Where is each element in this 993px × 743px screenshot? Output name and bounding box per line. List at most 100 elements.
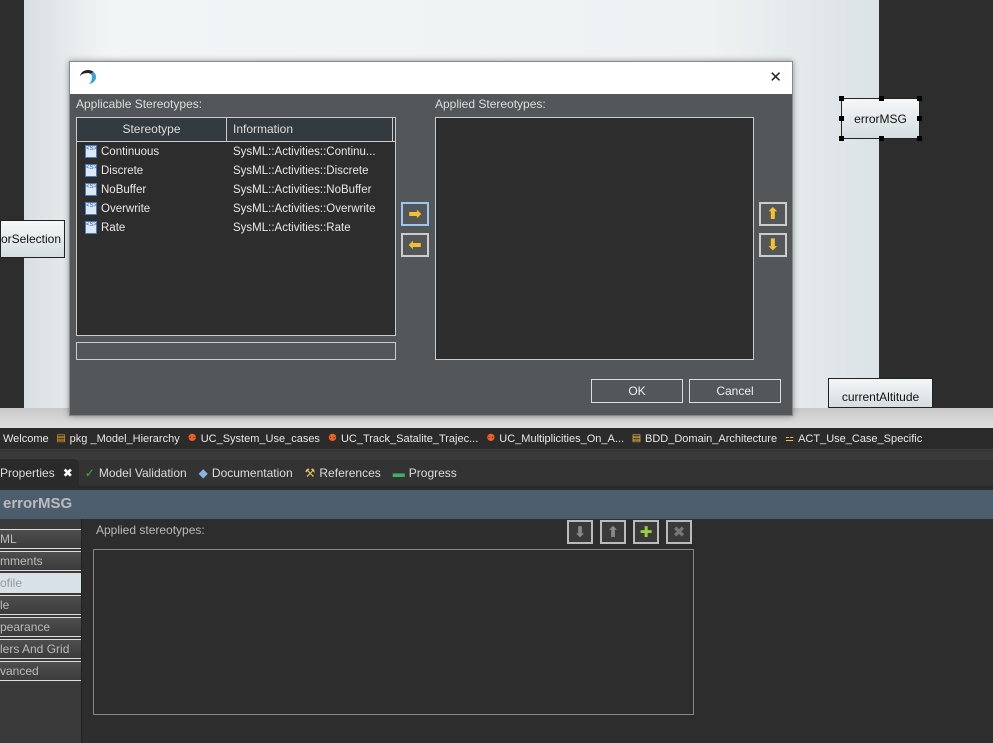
table-row[interactable]: <S> Continuous SysML::Activities::Continu.… <box>77 142 395 161</box>
tab-label: References <box>319 466 381 480</box>
node-label: currentAltitude <box>841 390 920 404</box>
applicable-stereotypes-table[interactable]: Stereotype Information <S> Continuous SysM… <box>76 117 396 336</box>
tab-label: BDD_Domain_Architecture <box>645 432 778 445</box>
applied-stereotypes-list[interactable] <box>93 549 694 715</box>
sidebar-label: vanced <box>0 664 39 678</box>
tab-label: Properties <box>0 466 55 480</box>
resize-handle[interactable] <box>879 136 884 141</box>
stereotype-name: Continuous <box>101 145 160 158</box>
app-logo-icon <box>80 70 96 84</box>
sidebar-item-advanced[interactable]: vanced <box>0 661 81 681</box>
tab-label: Model Validation <box>98 466 187 480</box>
sidebar-item-appearance[interactable]: pearance <box>0 617 81 637</box>
node-label: sorSelection <box>0 232 61 246</box>
properties-sidebar: ML mments ofile le pearance lers And Gri… <box>0 519 82 743</box>
sidebar-label: mments <box>0 554 43 568</box>
package-diagram-icon: ▤ <box>56 432 66 444</box>
table-row[interactable]: <S> Discrete SysML::Activities::Discrete <box>77 161 395 180</box>
close-icon: ✖ <box>672 524 686 541</box>
stereotype-icon: <S> <box>85 183 97 196</box>
close-button[interactable]: ✕ <box>769 68 782 86</box>
editor-tab-uc-system-use-cases[interactable]: ⚉ UC_System_Use_cases <box>183 433 323 445</box>
tab-label: Welcome <box>3 432 49 445</box>
editor-tab-pkg-model-hierarchy[interactable]: ▤ pkg _Model_Hierarchy <box>52 433 183 445</box>
arrow-down-icon: ⬇ <box>766 237 780 254</box>
sidebar-label: ML <box>0 532 17 546</box>
stereotype-icon: <S> <box>85 164 97 177</box>
diagram-node-sensor-selection[interactable]: sorSelection <box>0 220 65 258</box>
dialog-titlebar: ✕ <box>70 62 792 94</box>
resize-handle[interactable] <box>917 136 922 141</box>
stereotype-icon: <S> <box>85 202 97 215</box>
stereotype-info: SysML::Activities::Discrete <box>233 164 369 177</box>
tab-references[interactable]: ⚒ References <box>299 459 387 487</box>
tab-label: pkg _Model_Hierarchy <box>69 432 180 445</box>
remove-button[interactable]: ⬅ <box>401 233 429 257</box>
arrow-up-icon: ⬆ <box>606 524 620 541</box>
stereotype-name: Rate <box>101 221 126 234</box>
editor-tab-uc-track[interactable]: ⚉ UC_Track_Satalite_Trajec... <box>323 433 481 445</box>
stereotype-icon: <S> <box>85 145 97 158</box>
table-row[interactable]: <S> Rate SysML::Activities::Rate <box>77 218 395 237</box>
stereotype-name: Discrete <box>101 164 144 177</box>
tab-model-validation[interactable]: ✓ Model Validation <box>79 459 193 487</box>
stereotype-info: SysML::Activities::Overwrite <box>233 202 376 215</box>
bdd-diagram-icon: ▤ <box>631 432 642 444</box>
sidebar-label: ofile <box>0 576 23 590</box>
tab-documentation[interactable]: ◆ Documentation <box>193 459 299 487</box>
applied-stereotypes-list[interactable] <box>435 117 754 360</box>
move-down-button[interactable]: ⬇ <box>567 520 593 544</box>
column-header-information[interactable]: Information <box>227 118 393 141</box>
editor-tab-bar: Welcome ▤ pkg _Model_Hierarchy ⚉ UC_System… <box>0 428 993 450</box>
editor-tab-act-use-case[interactable]: ⚍ ACT_Use_Case_Specific <box>780 433 925 445</box>
sidebar-label: pearance <box>0 620 51 634</box>
table-row[interactable]: <S> NoBuffer SysML::Activities::NoBuffer <box>77 180 395 199</box>
checkmark-icon: ✓ <box>84 466 95 480</box>
editor-tab-welcome[interactable]: Welcome <box>0 433 52 445</box>
resize-handle[interactable] <box>879 96 884 101</box>
sidebar-item-comments[interactable]: mments <box>0 551 81 571</box>
description-field <box>76 342 396 360</box>
editor-tab-uc-multiplicities[interactable]: ⚉ UC_Multiplicities_On_A... <box>481 433 627 445</box>
move-up-button[interactable]: ⬆ <box>600 520 626 544</box>
arrow-up-icon: ⬆ <box>766 206 780 223</box>
diagram-margin <box>0 0 24 408</box>
resize-handle[interactable] <box>917 96 922 101</box>
properties-title: errorMSG <box>0 490 993 519</box>
move-up-button[interactable]: ⬆ <box>759 202 787 226</box>
diagram-node-errormsg[interactable]: errorMSG <box>839 96 922 141</box>
cancel-button[interactable]: Cancel <box>689 379 781 403</box>
resize-handle[interactable] <box>839 116 844 121</box>
tab-label: Documentation <box>211 466 293 480</box>
use-case-diagram-icon: ⚉ <box>486 432 496 444</box>
sidebar-label: lers And Grid <box>0 642 70 656</box>
arrow-left-icon: ⬅ <box>408 237 422 254</box>
table-row[interactable]: <S> Overwrite SysML::Activities::Overwrite <box>77 199 395 218</box>
column-header-stereotype[interactable]: Stereotype <box>77 118 227 141</box>
stereotype-info: SysML::Activities::Continu... <box>233 145 376 158</box>
stereotype-icon: <S> <box>85 221 97 234</box>
sidebar-item-uml[interactable]: ML <box>0 529 81 549</box>
book-icon: ◆ <box>198 466 208 480</box>
sidebar-label: le <box>0 598 10 612</box>
add-button[interactable]: ➡ <box>401 202 429 226</box>
sidebar-item-rulers-and-grid[interactable]: lers And Grid <box>0 639 81 659</box>
sidebar-item-profile[interactable]: ofile <box>0 573 81 593</box>
tab-progress[interactable]: ▬ Progress <box>387 459 463 487</box>
stereotype-dialog: ✕ Applicable Stereotypes: Applied Stereo… <box>69 61 793 416</box>
stereotype-info: SysML::Activities::Rate <box>233 221 351 234</box>
sidebar-item-style[interactable]: le <box>0 595 81 615</box>
resize-handle[interactable] <box>839 96 844 101</box>
resize-handle[interactable] <box>917 116 922 121</box>
tab-properties[interactable]: Properties ✖ <box>0 459 79 487</box>
close-icon[interactable]: ✖ <box>63 466 73 480</box>
use-case-diagram-icon: ⚉ <box>327 432 337 444</box>
resize-handle[interactable] <box>839 136 844 141</box>
diagram-node-current-altitude[interactable]: currentAltitude <box>828 378 933 408</box>
references-icon: ⚒ <box>304 466 316 480</box>
add-stereotype-button[interactable]: ✚ <box>633 520 659 544</box>
editor-tab-bdd-domain[interactable]: ▤ BDD_Domain_Architecture <box>627 433 780 445</box>
remove-stereotype-button[interactable]: ✖ <box>666 520 692 544</box>
move-down-button[interactable]: ⬇ <box>759 233 787 257</box>
ok-button[interactable]: OK <box>591 379 683 403</box>
